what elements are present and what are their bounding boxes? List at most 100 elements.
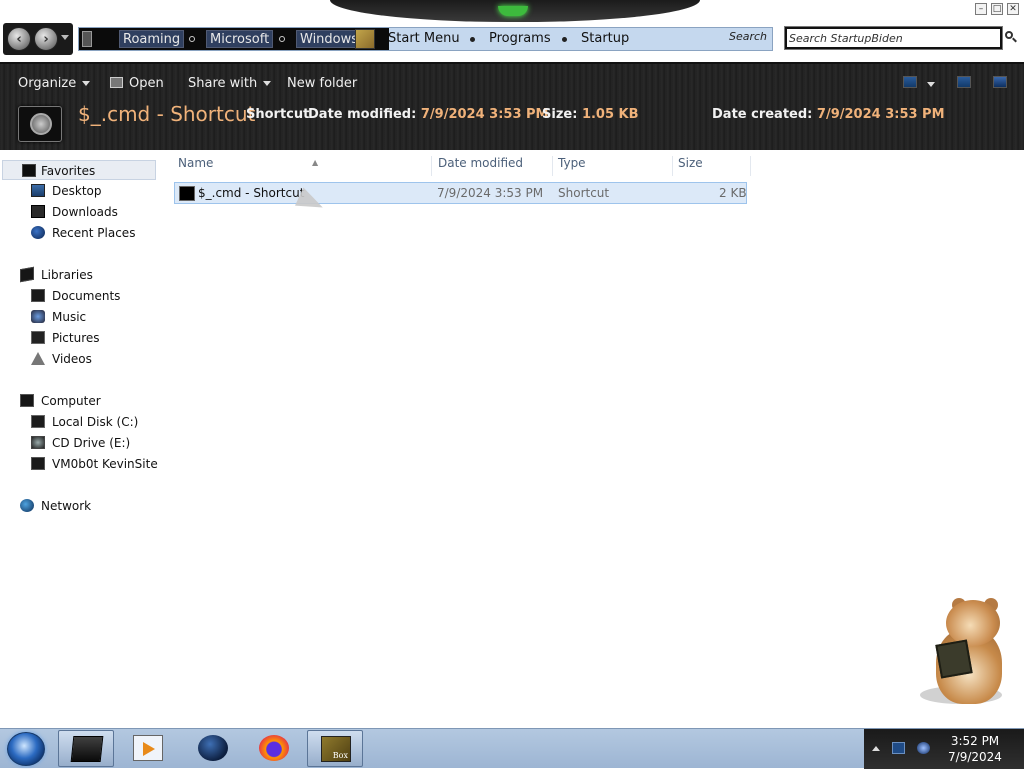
downloads-icon	[31, 205, 45, 218]
column-header-date-modified[interactable]: Date modified	[433, 156, 553, 176]
close-button[interactable]: ✕	[1007, 3, 1019, 15]
share-with-label: Share with	[188, 76, 258, 91]
open-icon	[110, 77, 123, 88]
details-date-modified: Date modified: 7/9/2024 3:53 PM	[308, 107, 548, 122]
recent-places-icon	[31, 226, 45, 239]
network-drive-icon	[31, 457, 45, 470]
network-status-icon[interactable]	[892, 742, 905, 754]
sidebar-item-label: Favorites	[41, 164, 96, 178]
volume-icon[interactable]	[917, 742, 930, 754]
firefox-icon	[259, 735, 289, 761]
address-picture-icon	[355, 29, 375, 49]
sidebar-item-label: CD Drive (E:)	[52, 436, 131, 450]
breadcrumb-separator-icon[interactable]	[470, 37, 475, 42]
organize-label: Organize	[18, 76, 77, 91]
column-header-name[interactable]: Name ▲	[173, 156, 432, 176]
file-name[interactable]: $_.cmd - Shortcut	[198, 186, 304, 200]
table-row[interactable]: $_.cmd - Shortcut 7/9/2024 3:53 PM Short…	[174, 182, 747, 204]
sidebar-item-label: Music	[52, 310, 87, 324]
search-box[interactable]	[784, 26, 1017, 50]
clock-time[interactable]: 3:52 PM	[936, 734, 1014, 748]
forward-arrow-icon[interactable]: ›	[34, 27, 58, 51]
desktop-icon	[31, 184, 45, 197]
videos-icon	[31, 352, 45, 365]
taskbar-explorer-button[interactable]	[58, 730, 114, 767]
taskbar-firefox-button[interactable]	[246, 730, 302, 767]
open-button[interactable]: Open	[110, 76, 164, 91]
sidebar-item-label: Downloads	[52, 205, 118, 219]
file-type: Shortcut	[558, 186, 610, 200]
view-options-chevron-icon[interactable]	[927, 82, 935, 87]
sidebar-item-favorites[interactable]: Favorites	[2, 160, 156, 180]
change-view-icon[interactable]	[903, 76, 917, 88]
shortcut-file-icon	[18, 106, 62, 142]
sidebar-item-label: VM0b0t KevinSite	[52, 457, 158, 471]
preview-pane-icon[interactable]	[957, 76, 971, 88]
taskbar: Box 3:52 PM 7/9/2024	[0, 728, 1024, 769]
breadcrumb-microsoft[interactable]: Microsoft	[206, 30, 274, 48]
title-bar: – □ ✕ ‹ › Roaming Microsoft Windows Star…	[0, 0, 1024, 62]
show-hidden-icons-icon[interactable]	[872, 746, 880, 751]
sidebar-item-label: Desktop	[52, 184, 102, 198]
taskbar-media-player-button[interactable]	[120, 730, 176, 767]
box-game-icon: Box	[321, 736, 351, 762]
box-app-label: Box	[332, 751, 348, 760]
new-folder-button[interactable]: New folder	[287, 76, 357, 91]
breadcrumb-roaming[interactable]: Roaming	[119, 30, 185, 48]
breadcrumb-windows[interactable]: Windows	[296, 30, 363, 48]
breadcrumb-programs[interactable]: Programs	[489, 30, 551, 48]
search-input[interactable]	[789, 30, 979, 46]
music-icon	[31, 310, 45, 323]
details-size: Size: 1.05 KB	[542, 107, 639, 122]
breadcrumb-separator-icon[interactable]	[189, 36, 195, 42]
sidebar-item-label: Network	[41, 499, 92, 513]
address-search-label[interactable]: Search	[729, 30, 767, 43]
help-icon[interactable]	[993, 76, 1007, 88]
navigation-buttons: ‹ ›	[3, 23, 73, 55]
taskbar-globe-button[interactable]	[185, 730, 241, 767]
search-icon[interactable]	[1004, 31, 1018, 45]
start-button-windows-icon[interactable]	[7, 732, 45, 766]
file-list: Name ▲ Date modified Type Size $_.cmd - S…	[160, 150, 1024, 728]
date-modified-value: 7/9/2024 3:53 PM	[420, 107, 549, 122]
file-size: 2 KB	[719, 186, 747, 200]
size-value: 1.05 KB	[581, 107, 639, 122]
details-type-value: Shortcut	[246, 107, 310, 122]
hard-disk-icon	[31, 415, 45, 428]
column-header-label: Name	[178, 156, 214, 170]
details-date-created: Date created: 7/9/2024 3:53 PM	[712, 107, 945, 122]
share-with-button[interactable]: Share with	[188, 76, 272, 91]
minimize-button[interactable]: –	[975, 3, 987, 15]
sidebar-item-label: Libraries	[41, 268, 93, 282]
size-label: Size:	[542, 107, 578, 122]
date-created-label: Date created:	[712, 107, 813, 122]
address-path-dark: Roaming Microsoft Windows	[79, 28, 389, 50]
clock-date[interactable]: 7/9/2024	[936, 750, 1014, 764]
globe-icon	[198, 735, 228, 761]
open-label: Open	[129, 76, 164, 91]
date-created-value: 7/9/2024 3:53 PM	[816, 107, 945, 122]
breadcrumb-separator-icon[interactable]	[279, 36, 285, 42]
breadcrumb-separator-icon[interactable]	[562, 37, 567, 42]
column-header-type[interactable]: Type	[553, 156, 673, 176]
address-bar[interactable]: Roaming Microsoft Windows Start Menu Pro…	[78, 27, 773, 51]
breadcrumb-startup[interactable]: Startup	[581, 30, 629, 48]
command-and-details-bar: Organize Open Share with New folder $_.c…	[0, 62, 1024, 150]
hamster-mascot	[918, 598, 1008, 710]
breadcrumb-start-menu[interactable]: Start Menu	[388, 30, 460, 48]
taskbar-box-button[interactable]: Box	[307, 730, 363, 767]
sidebar-item-label: Videos	[52, 352, 92, 366]
maximize-button[interactable]: □	[991, 3, 1003, 15]
sidebar-item-label: Recent Places	[52, 226, 136, 240]
column-header-size[interactable]: Size	[673, 156, 751, 176]
network-globe-icon	[20, 499, 34, 512]
top-notch-decoration	[330, 0, 700, 22]
organize-button[interactable]: Organize	[18, 76, 91, 91]
date-modified-label: Date modified:	[308, 107, 417, 122]
file-date-modified: 7/9/2024 3:53 PM	[437, 186, 544, 200]
sort-ascending-icon: ▲	[312, 158, 319, 167]
recent-pages-dropdown-icon[interactable]	[61, 35, 69, 40]
back-arrow-icon[interactable]: ‹	[7, 27, 31, 51]
documents-icon	[31, 289, 45, 302]
computer-icon	[20, 394, 34, 407]
